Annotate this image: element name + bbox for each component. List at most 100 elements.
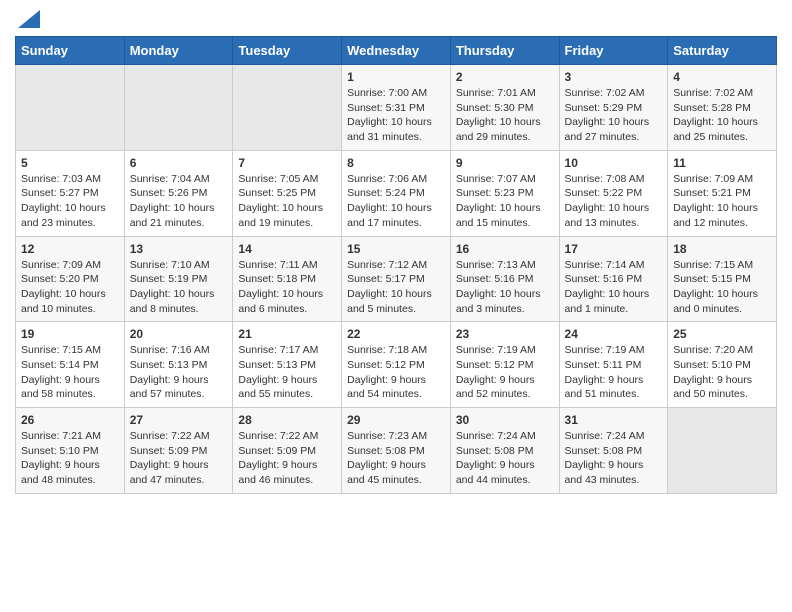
day-info: Sunrise: 7:17 AM Sunset: 5:13 PM Dayligh… <box>238 344 318 400</box>
day-info: Sunrise: 7:14 AM Sunset: 5:16 PM Dayligh… <box>565 259 650 315</box>
week-row-2: 5 Sunrise: 7:03 AM Sunset: 5:27 PM Daylig… <box>16 150 777 236</box>
calendar-cell: 6 Sunrise: 7:04 AM Sunset: 5:26 PM Daylig… <box>124 150 233 236</box>
calendar-cell: 11 Sunrise: 7:09 AM Sunset: 5:21 PM Dayli… <box>668 150 777 236</box>
day-number: 7 <box>238 156 336 170</box>
day-info: Sunrise: 7:24 AM Sunset: 5:08 PM Dayligh… <box>456 430 536 486</box>
day-info: Sunrise: 7:12 AM Sunset: 5:17 PM Dayligh… <box>347 259 432 315</box>
day-info: Sunrise: 7:03 AM Sunset: 5:27 PM Dayligh… <box>21 173 106 229</box>
calendar-cell: 28Sunrise: 7:22 AM Sunset: 5:09 PM Dayli… <box>233 408 342 494</box>
day-number: 12 <box>21 242 119 256</box>
day-info: Sunrise: 7:02 AM Sunset: 5:28 PM Dayligh… <box>673 87 758 143</box>
calendar-cell: 31 Sunrise: 7:24 AM Sunset: 5:08 PM Dayli… <box>559 408 668 494</box>
day-number: 2 <box>456 70 554 84</box>
weekday-header-tuesday: Tuesday <box>233 37 342 65</box>
weekday-header-monday: Monday <box>124 37 233 65</box>
day-info: Sunrise: 7:21 AM Sunset: 5:10 PM Dayligh… <box>21 430 101 486</box>
calendar-cell: 24 Sunrise: 7:19 AM Sunset: 5:11 PM Dayli… <box>559 322 668 408</box>
calendar-cell: 25 Sunrise: 7:20 AM Sunset: 5:10 PM Dayli… <box>668 322 777 408</box>
weekday-header-sunday: Sunday <box>16 37 125 65</box>
logo-icon <box>18 10 40 28</box>
calendar-cell: 10 Sunrise: 7:08 AM Sunset: 5:22 PM Dayli… <box>559 150 668 236</box>
day-number: 19 <box>21 327 119 341</box>
day-info: Sunrise: 7:24 AM Sunset: 5:08 PM Dayligh… <box>565 430 645 486</box>
day-number: 17 <box>565 242 663 256</box>
day-info: Sunrise: 7:22 AM Sunset: 5:09 PM Dayligh… <box>130 430 210 486</box>
page: SundayMondayTuesdayWednesdayThursdayFrid… <box>0 0 792 509</box>
day-info: Sunrise: 7:08 AM Sunset: 5:22 PM Dayligh… <box>565 173 650 229</box>
day-number: 25 <box>673 327 771 341</box>
day-info: Sunrise: 7:09 AM Sunset: 5:21 PM Dayligh… <box>673 173 758 229</box>
day-number: 5 <box>21 156 119 170</box>
day-number: 8 <box>347 156 445 170</box>
calendar-cell: 17 Sunrise: 7:14 AM Sunset: 5:16 PM Dayli… <box>559 236 668 322</box>
day-number: 3 <box>565 70 663 84</box>
calendar-cell: 4 Sunrise: 7:02 AM Sunset: 5:28 PM Daylig… <box>668 65 777 151</box>
day-number: 27 <box>130 413 228 427</box>
day-info: Sunrise: 7:00 AM Sunset: 5:31 PM Dayligh… <box>347 87 432 143</box>
week-row-5: 26 Sunrise: 7:21 AM Sunset: 5:10 PM Dayli… <box>16 408 777 494</box>
day-info: Sunrise: 7:13 AM Sunset: 5:16 PM Dayligh… <box>456 259 541 315</box>
day-number: 30 <box>456 413 554 427</box>
weekday-header-row: SundayMondayTuesdayWednesdayThursdayFrid… <box>16 37 777 65</box>
day-info: Sunrise: 7:23 AM Sunset: 5:08 PM Dayligh… <box>347 430 427 486</box>
day-info: Sunrise: 7:15 AM Sunset: 5:15 PM Dayligh… <box>673 259 758 315</box>
day-info: Sunrise: 7:19 AM Sunset: 5:11 PM Dayligh… <box>565 344 645 400</box>
logo <box>15 10 40 28</box>
calendar-cell: 13Sunrise: 7:10 AM Sunset: 5:19 PM Dayli… <box>124 236 233 322</box>
weekday-header-thursday: Thursday <box>450 37 559 65</box>
calendar-cell: 19 Sunrise: 7:15 AM Sunset: 5:14 PM Dayli… <box>16 322 125 408</box>
day-number: 14 <box>238 242 336 256</box>
day-number: 21 <box>238 327 336 341</box>
calendar-cell: 29 Sunrise: 7:23 AM Sunset: 5:08 PM Dayli… <box>342 408 451 494</box>
header <box>15 10 777 28</box>
day-info: Sunrise: 7:06 AM Sunset: 5:24 PM Dayligh… <box>347 173 432 229</box>
calendar-cell: 5 Sunrise: 7:03 AM Sunset: 5:27 PM Daylig… <box>16 150 125 236</box>
calendar-cell: 30 Sunrise: 7:24 AM Sunset: 5:08 PM Dayli… <box>450 408 559 494</box>
calendar-cell: 15 Sunrise: 7:12 AM Sunset: 5:17 PM Dayli… <box>342 236 451 322</box>
day-number: 9 <box>456 156 554 170</box>
calendar-cell <box>16 65 125 151</box>
day-number: 11 <box>673 156 771 170</box>
calendar-cell <box>668 408 777 494</box>
calendar-cell: 14 Sunrise: 7:11 AM Sunset: 5:18 PM Dayli… <box>233 236 342 322</box>
weekday-header-saturday: Saturday <box>668 37 777 65</box>
day-info: Sunrise: 7:01 AM Sunset: 5:30 PM Dayligh… <box>456 87 541 143</box>
calendar-cell <box>233 65 342 151</box>
day-info: Sunrise: 7:05 AM Sunset: 5:25 PM Dayligh… <box>238 173 323 229</box>
week-row-1: 1Sunrise: 7:00 AM Sunset: 5:31 PM Daylig… <box>16 65 777 151</box>
calendar-cell: 7 Sunrise: 7:05 AM Sunset: 5:25 PM Daylig… <box>233 150 342 236</box>
day-info: Sunrise: 7:16 AM Sunset: 5:13 PM Dayligh… <box>130 344 210 400</box>
day-info: Sunrise: 7:09 AM Sunset: 5:20 PM Dayligh… <box>21 259 106 315</box>
calendar-cell: 22Sunrise: 7:18 AM Sunset: 5:12 PM Dayli… <box>342 322 451 408</box>
day-number: 6 <box>130 156 228 170</box>
calendar-cell: 12 Sunrise: 7:09 AM Sunset: 5:20 PM Dayli… <box>16 236 125 322</box>
day-number: 31 <box>565 413 663 427</box>
calendar-cell: 23Sunrise: 7:19 AM Sunset: 5:12 PM Dayli… <box>450 322 559 408</box>
calendar-cell: 2 Sunrise: 7:01 AM Sunset: 5:30 PM Daylig… <box>450 65 559 151</box>
calendar-cell: 16 Sunrise: 7:13 AM Sunset: 5:16 PM Dayli… <box>450 236 559 322</box>
day-number: 22 <box>347 327 445 341</box>
weekday-header-friday: Friday <box>559 37 668 65</box>
day-number: 24 <box>565 327 663 341</box>
day-number: 29 <box>347 413 445 427</box>
day-number: 16 <box>456 242 554 256</box>
day-info: Sunrise: 7:19 AM Sunset: 5:12 PM Dayligh… <box>456 344 536 400</box>
day-info: Sunrise: 7:20 AM Sunset: 5:10 PM Dayligh… <box>673 344 753 400</box>
day-info: Sunrise: 7:11 AM Sunset: 5:18 PM Dayligh… <box>238 259 323 315</box>
day-number: 4 <box>673 70 771 84</box>
day-number: 26 <box>21 413 119 427</box>
week-row-3: 12 Sunrise: 7:09 AM Sunset: 5:20 PM Dayli… <box>16 236 777 322</box>
calendar-cell: 8 Sunrise: 7:06 AM Sunset: 5:24 PM Daylig… <box>342 150 451 236</box>
day-number: 13 <box>130 242 228 256</box>
day-number: 28 <box>238 413 336 427</box>
day-number: 10 <box>565 156 663 170</box>
calendar-table: SundayMondayTuesdayWednesdayThursdayFrid… <box>15 36 777 494</box>
day-info: Sunrise: 7:15 AM Sunset: 5:14 PM Dayligh… <box>21 344 101 400</box>
calendar-cell: 21 Sunrise: 7:17 AM Sunset: 5:13 PM Dayli… <box>233 322 342 408</box>
calendar-cell: 3 Sunrise: 7:02 AM Sunset: 5:29 PM Daylig… <box>559 65 668 151</box>
day-number: 15 <box>347 242 445 256</box>
day-number: 18 <box>673 242 771 256</box>
day-info: Sunrise: 7:02 AM Sunset: 5:29 PM Dayligh… <box>565 87 650 143</box>
calendar-cell: 1Sunrise: 7:00 AM Sunset: 5:31 PM Daylig… <box>342 65 451 151</box>
day-info: Sunrise: 7:04 AM Sunset: 5:26 PM Dayligh… <box>130 173 215 229</box>
